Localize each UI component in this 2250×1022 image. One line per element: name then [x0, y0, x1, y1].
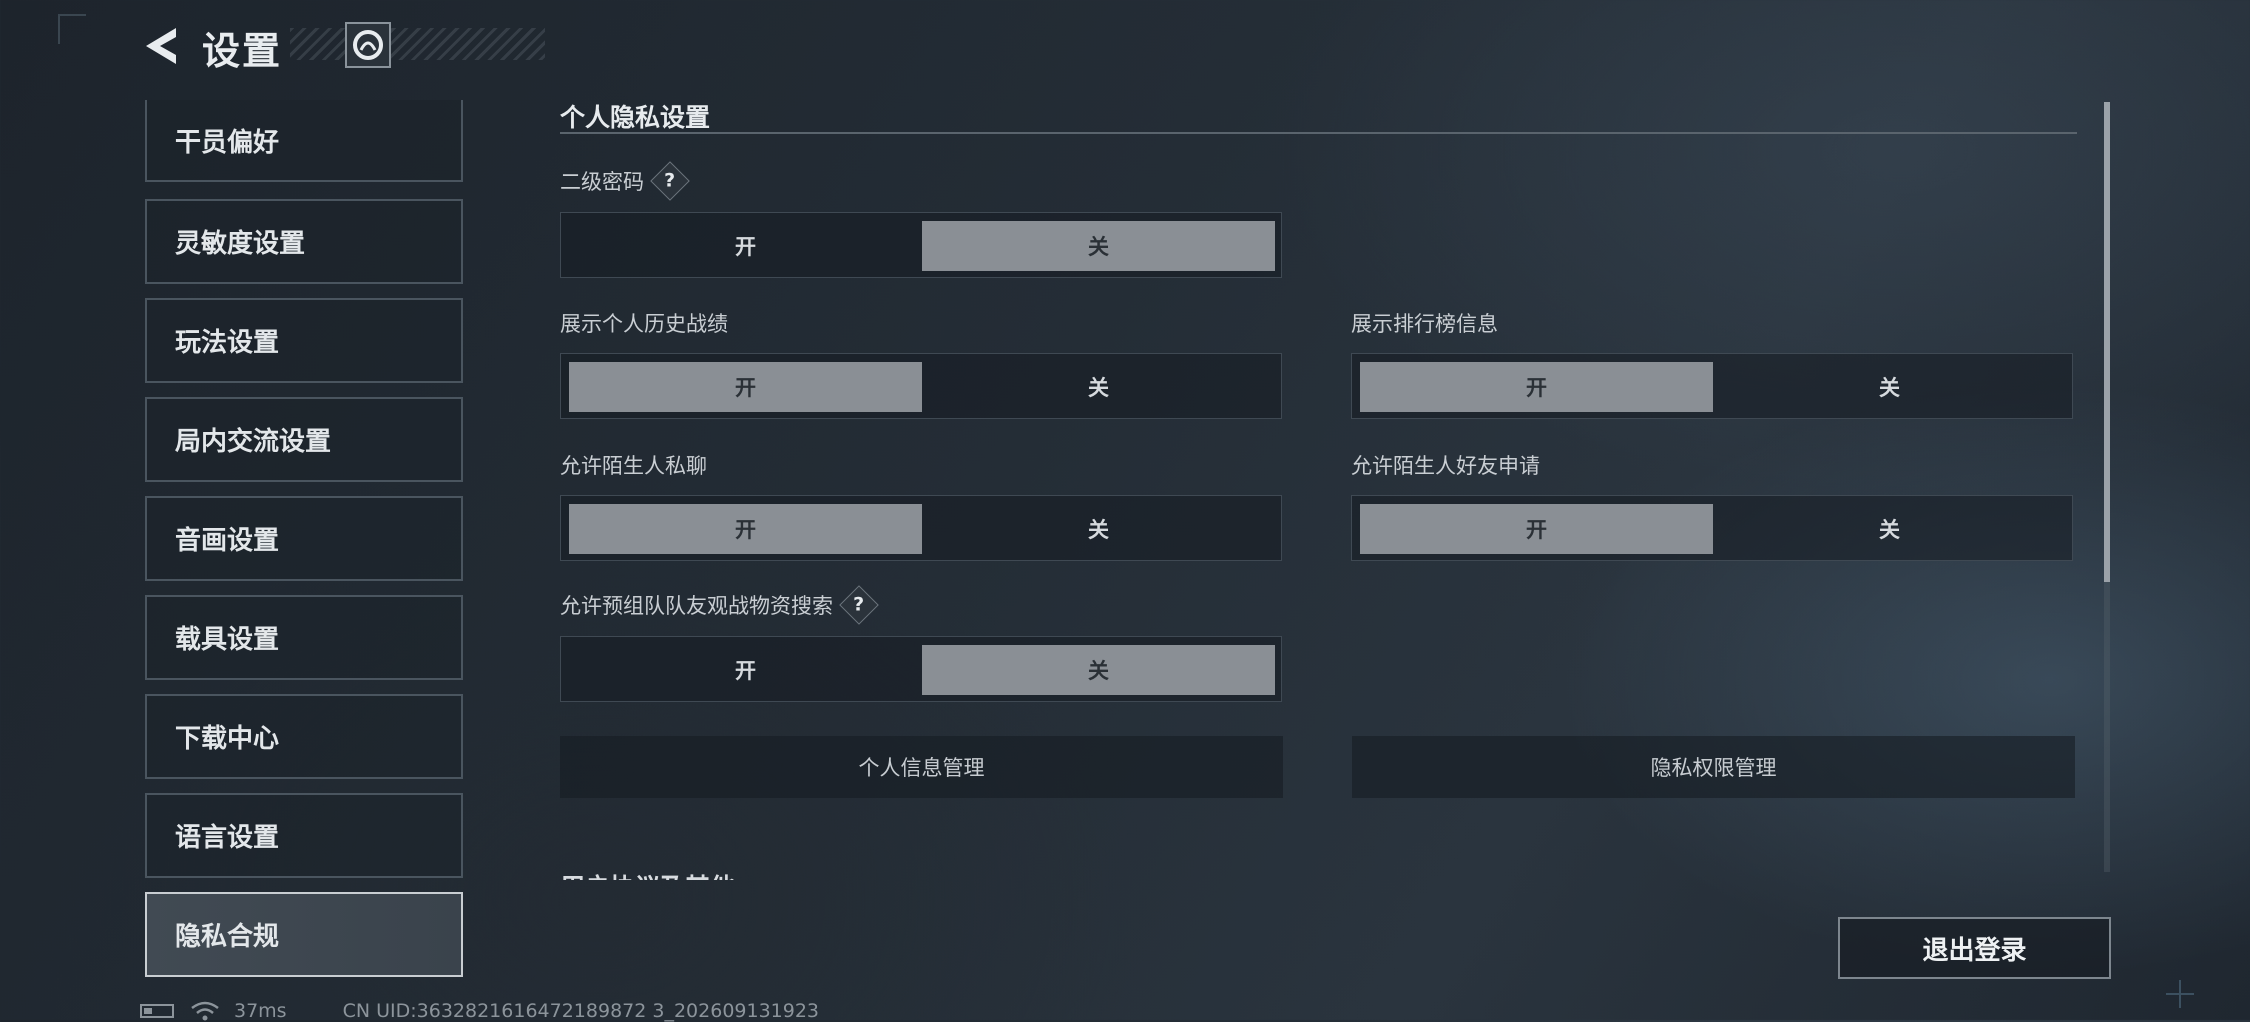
help-icon[interactable]: ? — [839, 585, 879, 625]
toggle-option-on[interactable]: 开 — [569, 645, 922, 695]
toggle-option-on[interactable]: 开 — [569, 221, 922, 271]
scrollbar-thumb[interactable] — [2104, 102, 2110, 582]
next-section-title: 用户协议及其他 — [560, 868, 735, 880]
setting-label-text: 允许陌生人好友申请 — [1351, 454, 1540, 478]
setting-label-team-spectate-search: 允许预组队队友观战物资搜索 ? — [560, 585, 879, 625]
sidebar-item-label: 局内交流设置 — [175, 427, 332, 457]
toggle-option-off[interactable]: 关 — [922, 504, 1275, 554]
privacy-settings-panel: 个人隐私设置 二级密码 ? 开 关 展示个人历史战绩 开 关 展示排行榜信息 开… — [560, 90, 2080, 880]
setting-label-text: 展示个人历史战绩 — [560, 312, 728, 336]
sidebar-item-privacy[interactable]: 隐私合规 — [145, 892, 463, 977]
toggle-option-on[interactable]: 开 — [569, 362, 922, 412]
status-bar: 37ms CN UID:3632821616472189872 3_202609… — [140, 1000, 819, 1022]
sidebar-item-label: 载具设置 — [175, 625, 280, 655]
wifi-icon — [191, 1001, 219, 1021]
setting-label-stranger-friend-request: 允许陌生人好友申请 — [1351, 450, 1540, 480]
personal-info-management-button[interactable]: 个人信息管理 — [560, 736, 1283, 798]
sidebar-item-download-center[interactable]: 下载中心 — [145, 694, 463, 779]
content-scrollbar[interactable] — [2104, 102, 2110, 872]
toggle-secondary-password[interactable]: 开 关 — [560, 212, 1282, 278]
toggle-leaderboard[interactable]: 开 关 — [1351, 353, 2073, 419]
header-bar: 设置 — [0, 0, 560, 100]
toggle-option-on[interactable]: 开 — [569, 504, 922, 554]
setting-label-leaderboard: 展示排行榜信息 — [1351, 308, 1498, 338]
help-icon[interactable]: ? — [650, 161, 690, 201]
toggle-stranger-friend-request[interactable]: 开 关 — [1351, 495, 2073, 561]
setting-label-text: 展示排行榜信息 — [1351, 312, 1498, 336]
toggle-history-record[interactable]: 开 关 — [560, 353, 1282, 419]
setting-label-text: 允许陌生人私聊 — [560, 454, 707, 478]
toggle-option-off[interactable]: 关 — [922, 221, 1275, 271]
sidebar-item-vehicle[interactable]: 载具设置 — [145, 595, 463, 680]
plus-decoration-icon — [2166, 980, 2194, 1008]
sidebar-item-label: 音画设置 — [175, 526, 280, 556]
toggle-option-off[interactable]: 关 — [922, 362, 1275, 412]
header-hatch-decoration — [290, 28, 545, 60]
sidebar-item-label: 隐私合规 — [175, 922, 280, 952]
toggle-option-on[interactable]: 开 — [1360, 504, 1713, 554]
back-arrow-icon — [146, 28, 176, 64]
section-divider — [560, 132, 2077, 134]
back-button[interactable] — [140, 24, 182, 68]
setting-label-history-record: 展示个人历史战绩 — [560, 308, 728, 338]
toggle-option-off[interactable]: 关 — [1713, 504, 2066, 554]
uid-text: CN UID:3632821616472189872 3_20260913192… — [342, 1000, 820, 1022]
ping-text: 37ms — [234, 1000, 287, 1022]
sidebar-item-sensitivity[interactable]: 灵敏度设置 — [145, 199, 463, 284]
setting-label-text: 二级密码 — [560, 170, 644, 194]
sidebar-item-communication[interactable]: 局内交流设置 — [145, 397, 463, 482]
sidebar-item-label: 玩法设置 — [175, 328, 280, 358]
setting-label-stranger-chat: 允许陌生人私聊 — [560, 450, 707, 480]
logout-button[interactable]: 退出登录 — [1838, 917, 2111, 979]
toggle-option-off[interactable]: 关 — [1713, 362, 2066, 412]
section-title: 个人隐私设置 — [560, 103, 711, 132]
page-title: 设置 — [202, 29, 283, 73]
toggle-option-off[interactable]: 关 — [922, 645, 1275, 695]
sidebar-item-label: 语言设置 — [175, 823, 280, 853]
sidebar-item-operator-preference[interactable]: 干员偏好 — [145, 100, 463, 182]
sidebar-item-label: 灵敏度设置 — [175, 229, 306, 259]
toggle-team-spectate-search[interactable]: 开 关 — [560, 636, 1282, 702]
sidebar-item-label: 下载中心 — [175, 724, 280, 754]
privacy-permission-management-button[interactable]: 隐私权限管理 — [1352, 736, 2075, 798]
setting-label-secondary-password: 二级密码 ? — [560, 161, 690, 201]
sidebar-item-gameplay[interactable]: 玩法设置 — [145, 298, 463, 383]
toggle-option-on[interactable]: 开 — [1360, 362, 1713, 412]
game-logo-icon[interactable] — [345, 22, 391, 68]
sidebar-item-language[interactable]: 语言设置 — [145, 793, 463, 878]
setting-label-text: 允许预组队队友观战物资搜索 — [560, 594, 833, 618]
toggle-stranger-chat[interactable]: 开 关 — [560, 495, 1282, 561]
sidebar-item-audio-video[interactable]: 音画设置 — [145, 496, 463, 581]
sidebar-item-label: 干员偏好 — [175, 127, 280, 158]
battery-icon — [140, 1004, 174, 1018]
